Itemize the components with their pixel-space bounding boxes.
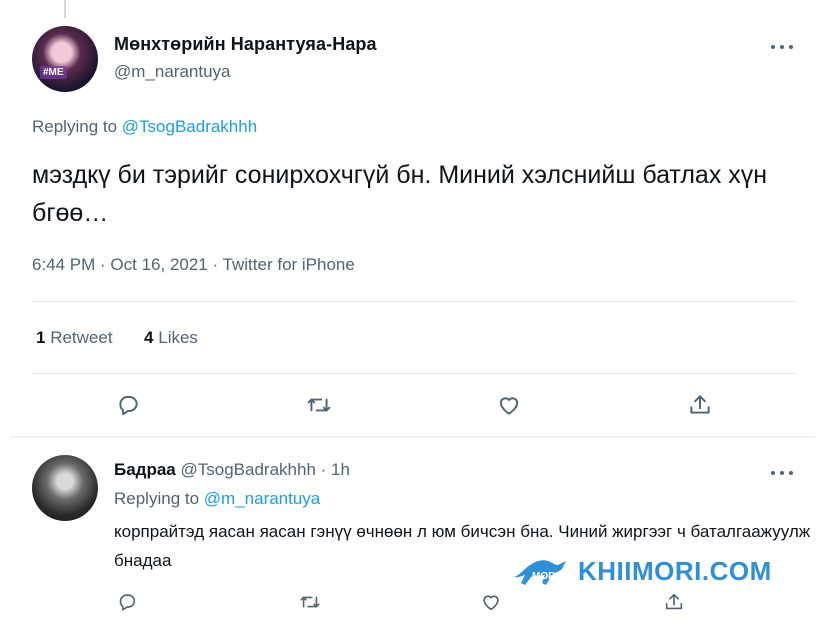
reply-replying-to: Replying to @m_narantuya bbox=[114, 489, 320, 509]
divider bbox=[32, 373, 797, 374]
tweet-timestamp[interactable]: 6:44 PM · Oct 16, 2021 · Twitter for iPh… bbox=[32, 255, 355, 275]
replying-to: Replying to @TsogBadrakhhh bbox=[32, 117, 257, 137]
watermark: MORI KHIIMORI.COM bbox=[510, 547, 772, 596]
likes-stat[interactable]: 4 Likes bbox=[144, 328, 198, 347]
tweet-separator bbox=[10, 436, 815, 438]
tweet-stats: 1 Retweet 4 Likes bbox=[36, 328, 198, 348]
retweet-icon[interactable] bbox=[302, 388, 336, 422]
reply-avatar[interactable] bbox=[32, 455, 98, 521]
reply-replying-label: Replying to bbox=[114, 489, 204, 508]
share-icon[interactable] bbox=[657, 585, 691, 619]
likes-count: 4 bbox=[144, 328, 154, 347]
more-icon[interactable] bbox=[770, 34, 794, 55]
like-icon[interactable] bbox=[474, 585, 508, 619]
display-name[interactable]: Мөнхтөрийн Нарантуяа-Нара bbox=[114, 34, 377, 55]
reply-replying-to-link[interactable]: @m_narantuya bbox=[204, 489, 321, 508]
more-icon[interactable] bbox=[770, 460, 794, 481]
share-icon[interactable] bbox=[683, 388, 717, 422]
watermark-text: KHIIMORI.COM bbox=[578, 556, 772, 586]
like-icon[interactable] bbox=[492, 388, 526, 422]
tweet-text: мэздкү би тэрийг сонирхохчгүй бн. Миний … bbox=[32, 161, 768, 227]
replying-label: Replying to bbox=[32, 117, 122, 136]
svg-text:MORI: MORI bbox=[532, 571, 558, 582]
replying-to-link[interactable]: @TsogBadrakhhh bbox=[122, 117, 257, 136]
main-tweet: #ME Мөнхтөрийн Нарантуяа-Нара @m_narantu… bbox=[0, 0, 825, 436]
reply-icon[interactable] bbox=[110, 585, 144, 619]
avatar-tag: #ME bbox=[40, 66, 67, 79]
user-handle[interactable]: @m_narantuya bbox=[114, 62, 231, 82]
retweet-stat-label: Retweet bbox=[50, 328, 113, 347]
reply-header: Бадраа @TsogBadrakhhh · 1h bbox=[114, 460, 350, 480]
likes-stat-label: Likes bbox=[158, 328, 198, 347]
avatar[interactable]: #ME bbox=[32, 26, 98, 92]
reply-display-name[interactable]: Бадраа bbox=[114, 460, 176, 479]
reply-icon[interactable] bbox=[111, 388, 145, 422]
reply-time[interactable]: · 1h bbox=[321, 460, 350, 479]
horse-logo-icon: MORI bbox=[510, 547, 574, 596]
reply-handle[interactable]: @TsogBadrakhhh bbox=[181, 460, 316, 479]
retweet-stat[interactable]: 1 Retweet bbox=[36, 328, 113, 347]
retweet-icon[interactable] bbox=[293, 585, 327, 619]
divider bbox=[32, 301, 797, 302]
retweet-count: 1 bbox=[36, 328, 46, 347]
